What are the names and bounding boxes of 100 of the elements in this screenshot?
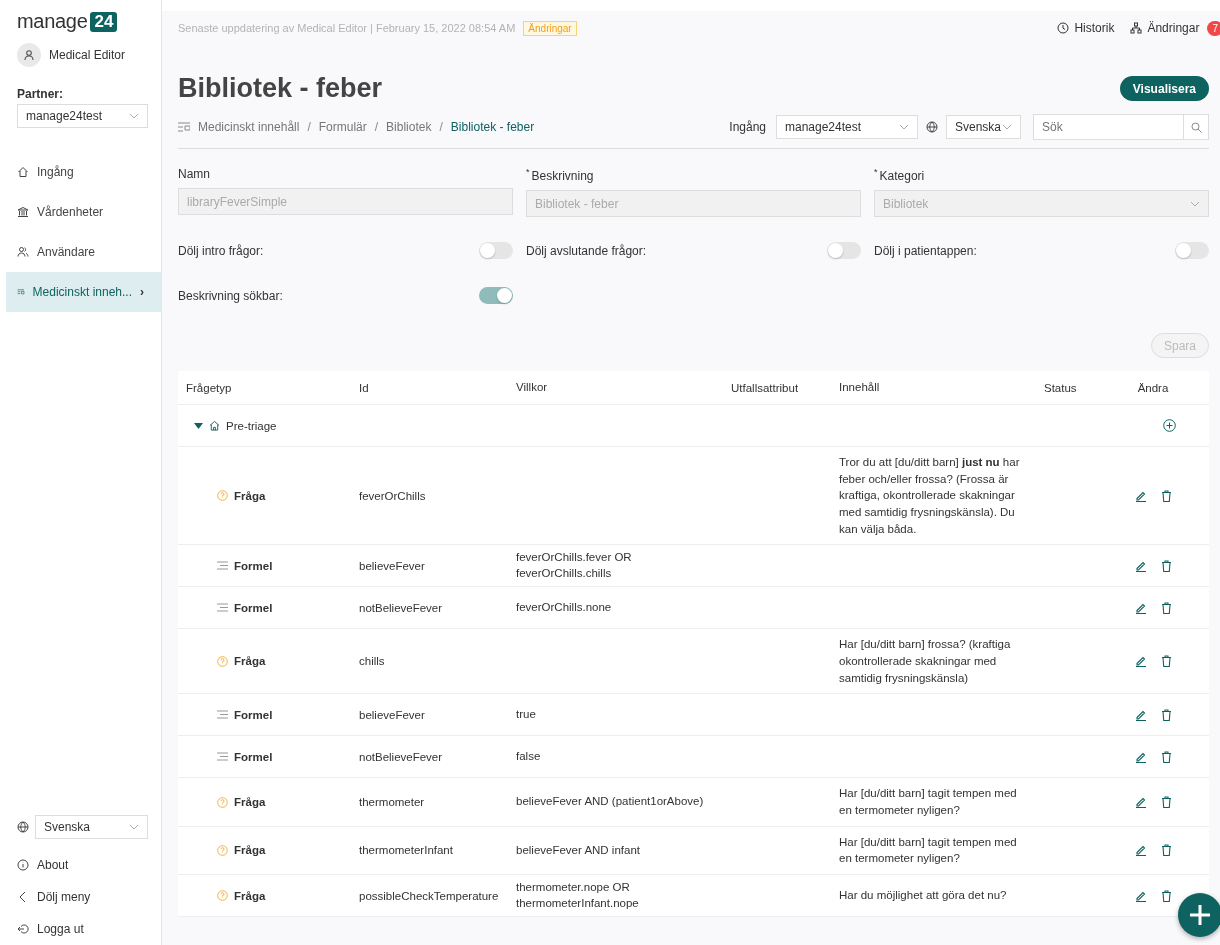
entry-label: Ingång — [729, 120, 766, 134]
toggle-label: Beskrivning sökbar: — [178, 288, 283, 303]
house-icon — [209, 420, 220, 431]
question-type: Formel — [234, 601, 273, 614]
partner-select[interactable]: manage24test — [17, 104, 148, 128]
info-icon[interactable] — [17, 859, 29, 871]
table-cell: feverOrChills.fever OR feverOrChills.chills — [516, 551, 632, 579]
trash-icon[interactable] — [1160, 750, 1172, 763]
edit-icon[interactable] — [1134, 889, 1147, 902]
avatar-icon — [17, 43, 41, 67]
table-cell-text: notBelieveFever — [358, 750, 444, 763]
breadcrumb-separator: / — [374, 120, 379, 134]
column-header: Villkor — [515, 379, 549, 395]
changes-link[interactable]: Ändringar — [1130, 21, 1200, 35]
users-icon[interactable] — [17, 246, 29, 258]
question-type: Formel — [234, 708, 273, 721]
nav-item[interactable]: Medicinskt inneh... › — [6, 272, 161, 312]
plus-icon[interactable] — [1189, 904, 1211, 926]
table-cell-text: thermometer — [358, 796, 426, 809]
hierarchy-icon[interactable] — [1130, 22, 1143, 34]
entry-select[interactable]: manage24test — [776, 115, 918, 139]
trash-icon[interactable] — [1160, 889, 1172, 902]
sidebar-link[interactable]: Dölj meny — [17, 881, 148, 913]
table-cell-text: chills — [358, 655, 386, 668]
field-label: $^{*}$ Kategori — [874, 167, 925, 183]
house-icon[interactable] — [17, 166, 29, 178]
search-field[interactable]: Sök — [1033, 114, 1184, 140]
trash-icon[interactable] — [1160, 708, 1172, 721]
table-cell-text: notBelieveFever — [358, 601, 444, 614]
edit-icon[interactable] — [1134, 708, 1147, 721]
search-icon[interactable] — [1190, 121, 1202, 133]
caret-icon[interactable] — [194, 422, 203, 429]
question-icon — [217, 844, 228, 856]
breadcrumb-link[interactable]: Formulär — [318, 120, 367, 134]
bank-icon[interactable] — [17, 206, 29, 218]
column-header: Id — [358, 381, 370, 394]
add-icon[interactable] — [1162, 419, 1176, 432]
language-select[interactable]: Svenska — [35, 815, 148, 839]
toggle-label: Dölj intro frågor: — [178, 243, 264, 258]
group-name: Pre-triage — [226, 419, 277, 432]
column-header: Utfallsattribut — [730, 381, 800, 394]
globe-icon — [17, 821, 29, 833]
trash-icon[interactable] — [1160, 601, 1172, 614]
question-type: Fråga — [234, 796, 266, 809]
user-name: Medical Editor — [49, 48, 126, 62]
trash-icon[interactable] — [1160, 489, 1172, 502]
question-icon — [217, 490, 228, 502]
language-select[interactable]: Svenska — [946, 115, 1021, 139]
search-button[interactable] — [1184, 114, 1209, 140]
field-label: $^{*}$ Beskrivning — [526, 167, 594, 183]
lines-icon — [217, 603, 228, 613]
toggle-label: Dölj avslutande frågor: — [526, 243, 647, 258]
edit-icon[interactable] — [1134, 559, 1147, 572]
question-icon — [217, 796, 228, 808]
table-cell: feverOrChills.none — [516, 601, 612, 614]
table-cell-text: thermometerInfant — [358, 844, 454, 857]
sidebar-link[interactable]: Logga ut — [17, 913, 148, 945]
breadcrumb-link[interactable]: Bibliotek - feber — [450, 120, 535, 134]
toggle-switch[interactable] — [479, 242, 513, 259]
toggle-switch[interactable] — [479, 287, 513, 304]
breadcrumb-link[interactable]: Medicinskt innehåll — [198, 120, 300, 134]
table-cell: true — [516, 708, 536, 721]
edit-icon[interactable] — [1134, 655, 1147, 668]
nav-item[interactable]: Vårdenheter — [6, 192, 161, 232]
table-cell-text: possibleCheckTemperature — [358, 889, 500, 902]
breadcrumb-separator: / — [307, 120, 311, 134]
table-cell: thermometer.nope OR thermometerInfant.nope — [516, 881, 639, 909]
question-type: Formel — [234, 559, 273, 572]
table-cell: believeFever AND infant — [516, 843, 640, 856]
visualize-button[interactable]: Visualisera — [1119, 76, 1209, 101]
edit-icon[interactable] — [1134, 796, 1147, 809]
table-cell: Har [du/ditt barn] tagit tempen med en termometer nyligen? — [839, 787, 1017, 817]
question-type: Fråga — [234, 489, 266, 502]
edit-icon[interactable] — [1134, 601, 1147, 614]
edit-icon[interactable] — [1134, 750, 1147, 763]
nav-item[interactable]: Ingång — [6, 152, 161, 192]
table-cell: Har [du/ditt barn] tagit tempen med en termometer nyligen? — [839, 835, 1017, 865]
list-icon[interactable] — [17, 286, 25, 298]
edit-icon[interactable] — [1134, 489, 1147, 502]
nav-item[interactable]: Användare — [6, 232, 161, 272]
toggle-switch[interactable] — [1175, 242, 1209, 259]
breadcrumb-link[interactable]: Bibliotek — [386, 120, 432, 134]
page-title: Bibliotek - feber — [178, 73, 383, 104]
table-cell: Tror du att [du/ditt barn] just nu har feber och/eller frossa? (Frossa är kraftiga, okontrollerade skakningar med samtidig frysningskänsla). Du kan välja båda. — [839, 456, 1020, 535]
logo: manage 24 — [17, 10, 118, 33]
trash-icon[interactable] — [1160, 796, 1172, 809]
trash-icon[interactable] — [1160, 844, 1172, 857]
question-type: Fråga — [234, 655, 266, 668]
trash-icon[interactable] — [1160, 655, 1172, 668]
changes-tag: Ändringar — [523, 20, 577, 36]
logout-icon[interactable] — [17, 923, 29, 935]
add-button[interactable] — [1178, 893, 1220, 937]
history-link[interactable]: Historik — [1057, 21, 1115, 35]
question-type: Fråga — [234, 889, 266, 902]
breadcrumb-separator: / — [439, 120, 443, 134]
sidebar-link[interactable]: About — [17, 849, 148, 881]
edit-icon[interactable] — [1134, 844, 1147, 857]
toggle-switch[interactable] — [827, 242, 861, 259]
clock-icon[interactable] — [1057, 22, 1070, 34]
trash-icon[interactable] — [1160, 559, 1172, 572]
